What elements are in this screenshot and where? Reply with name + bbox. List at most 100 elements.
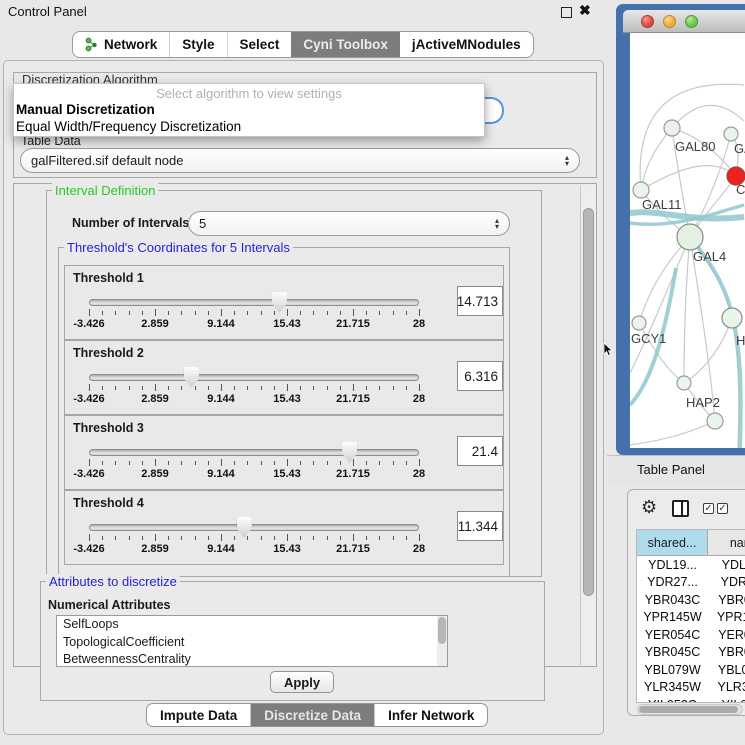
table-row[interactable]: YBR043CYBR043C <box>637 591 745 609</box>
slider-tick <box>142 536 143 540</box>
table-cell[interactable]: YBL079W <box>708 661 745 679</box>
mouse-cursor <box>603 343 615 357</box>
slider-tick-label: -3.426 <box>63 543 115 555</box>
table-cell[interactable]: YDR27... <box>708 574 745 592</box>
threshold-slider-handle[interactable] <box>272 292 287 313</box>
apply-button[interactable]: Apply <box>270 671 334 693</box>
threshold-value-field[interactable]: 11.344 <box>457 511 503 541</box>
threshold-value-field[interactable]: 6.316 <box>457 361 503 391</box>
tab-discretize-data[interactable]: Discretize Data <box>250 704 374 726</box>
slider-tick <box>327 461 328 465</box>
table-cell[interactable]: YDL19... <box>708 556 745 574</box>
table-cell[interactable]: YLR345W <box>708 679 745 697</box>
table-row[interactable]: YER054CYER054C <box>637 626 745 644</box>
table-row[interactable]: YDL19...YDL19... <box>637 556 745 574</box>
dropdown-option-manual[interactable]: Manual Discretization <box>14 101 484 118</box>
slider-tick <box>195 536 196 540</box>
attribute-list-item[interactable]: TopologicalCoefficient <box>57 634 447 652</box>
column-header-name[interactable]: name <box>708 530 745 555</box>
slider-tick <box>155 534 156 541</box>
network-node-label: HAP2 <box>686 395 720 410</box>
table-cell[interactable]: YER054C <box>708 626 745 644</box>
slider-tick <box>393 536 394 540</box>
tab-network[interactable]: Network <box>73 32 169 57</box>
table-data-combo[interactable]: galFiltered.sif default node ▴▾ <box>20 148 580 173</box>
gear-icon[interactable]: ⚙ <box>641 497 657 518</box>
threshold-value-field[interactable]: 21.4 <box>457 436 503 466</box>
tab-cyni-toolbox[interactable]: Cyni Toolbox <box>291 32 400 57</box>
network-node[interactable] <box>724 127 738 141</box>
tab-select[interactable]: Select <box>227 32 292 57</box>
network-node[interactable] <box>677 376 691 390</box>
network-edge <box>641 166 736 190</box>
table-cell[interactable]: YBL079W <box>637 661 708 679</box>
network-node[interactable] <box>707 413 723 429</box>
table-hscrollbar-thumb[interactable] <box>639 706 738 713</box>
dropdown-option-equal-width[interactable]: Equal Width/Frequency Discretization <box>14 118 484 135</box>
threshold-slider-handle[interactable] <box>237 517 252 538</box>
table-cell[interactable]: YBR045C <box>708 644 745 662</box>
table-row[interactable]: YLR345WYLR345W <box>637 679 745 697</box>
table-row[interactable]: YIL052CYIL052C <box>637 696 745 703</box>
slider-tick-label: 21.715 <box>327 543 379 555</box>
table-cell[interactable]: YBR043C <box>708 591 745 609</box>
threshold-label: Threshold 3 <box>73 421 144 435</box>
split-columns-icon[interactable] <box>672 500 689 517</box>
table-cell[interactable]: YER054C <box>637 626 708 644</box>
threshold-slider-handle[interactable] <box>342 442 357 463</box>
network-node[interactable] <box>633 182 649 198</box>
checkbox-checked-icon[interactable]: ✓ <box>717 503 728 514</box>
slider-tick <box>353 384 354 391</box>
table-cell[interactable]: YIL052C <box>637 696 708 703</box>
threshold-value-field[interactable]: 14.713 <box>457 286 503 316</box>
threshold-slider-track[interactable] <box>89 374 419 381</box>
threshold-slider-track[interactable] <box>89 449 419 456</box>
float-window-icon[interactable] <box>561 7 572 18</box>
table-cell[interactable]: YLR345W <box>637 679 708 697</box>
traffic-light-zoom-icon[interactable] <box>685 15 698 28</box>
tab-impute-data[interactable]: Impute Data <box>147 704 250 726</box>
number-of-intervals-combo[interactable]: 5 ▴▾ <box>188 211 510 236</box>
table-cell[interactable]: YBR043C <box>637 591 708 609</box>
slider-tick <box>300 386 301 390</box>
table-cell[interactable]: YDL19... <box>637 556 708 574</box>
network-node[interactable] <box>677 224 703 250</box>
threshold-slider-track[interactable] <box>89 524 419 531</box>
number-of-intervals-value: 5 <box>199 216 206 231</box>
attribute-list-item[interactable]: BetweennessCentrality <box>57 651 447 667</box>
network-node[interactable] <box>722 308 742 328</box>
tab-jactivemnodules[interactable]: jActiveMNodules <box>400 32 533 57</box>
table-row[interactable]: YBL079WYBL079W <box>637 661 745 679</box>
tab-infer-network[interactable]: Infer Network <box>374 704 487 726</box>
tab-style[interactable]: Style <box>169 32 226 57</box>
threshold-slider-handle[interactable] <box>184 367 199 388</box>
network-node[interactable] <box>664 120 680 136</box>
slider-tick-label: 9.144 <box>195 318 247 330</box>
slider-tick <box>221 459 222 466</box>
close-icon[interactable]: ✖ <box>579 2 591 19</box>
slider-tick <box>340 461 341 465</box>
traffic-light-minimize-icon[interactable] <box>663 15 676 28</box>
column-header-shared-name[interactable]: shared... <box>637 530 708 555</box>
slider-tick <box>406 311 407 315</box>
checkbox-checked-icon[interactable]: ✓ <box>703 503 714 514</box>
table-cell[interactable]: YPR145W <box>708 609 745 627</box>
network-canvas[interactable]: GAL80GACGAL11GAL4GCY1HHAP2 <box>630 33 745 448</box>
traffic-light-close-icon[interactable] <box>641 15 654 28</box>
table-cell[interactable]: YDR27... <box>637 574 708 592</box>
network-node-label: GA <box>734 141 745 156</box>
threshold-label: Threshold 1 <box>73 271 144 285</box>
slider-tick <box>155 459 156 466</box>
table-cell[interactable]: YPR145W <box>637 609 708 627</box>
attribute-list-item[interactable]: SelfLoops <box>57 616 447 634</box>
numerical-attributes-list[interactable]: SelfLoopsTopologicalCoefficientBetweenne… <box>56 615 448 667</box>
table-cell[interactable]: YIL052C <box>708 696 745 703</box>
settings-scrollbar-thumb[interactable] <box>583 208 594 596</box>
table-row[interactable]: YBR045CYBR045C <box>637 644 745 662</box>
network-node[interactable] <box>632 316 646 330</box>
table-row[interactable]: YPR145WYPR145W <box>637 609 745 627</box>
threshold-slider-track[interactable] <box>89 299 419 306</box>
table-cell[interactable]: YBR045C <box>637 644 708 662</box>
attributes-list-scrollbar-thumb[interactable] <box>438 617 446 644</box>
table-row[interactable]: YDR27...YDR27... <box>637 574 745 592</box>
